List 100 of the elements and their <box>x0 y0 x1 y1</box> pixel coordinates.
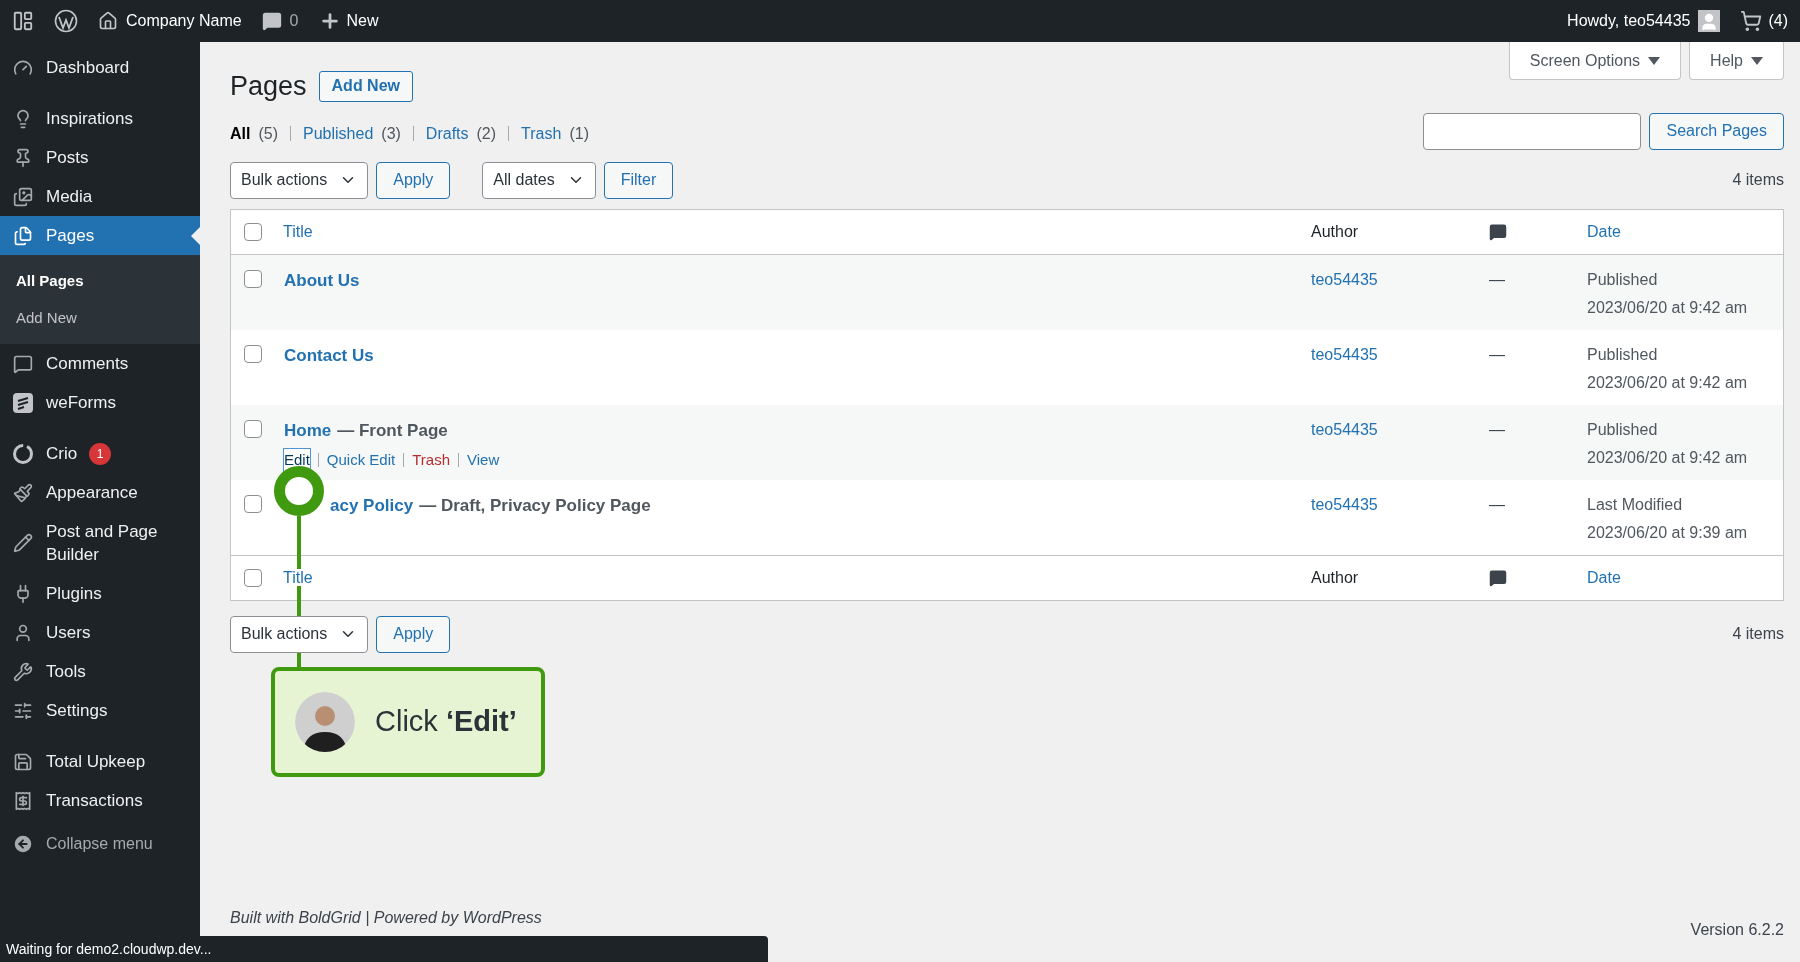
comment-icon[interactable] <box>261 11 282 31</box>
author-link[interactable]: teo54435 <box>1311 270 1378 288</box>
date-text: 2023/06/20 at 9:42 am <box>1587 447 1749 468</box>
sidebar-item[interactable]: Post and Page Builder <box>0 512 200 574</box>
submenu-item[interactable]: All Pages <box>0 263 200 300</box>
ring-icon <box>12 442 34 465</box>
sidebar-item[interactable]: Posts <box>0 138 200 177</box>
add-new-button[interactable]: Add New <box>318 70 413 102</box>
sidebar-item[interactable]: Inspirations <box>0 99 200 138</box>
new-link[interactable]: New <box>346 9 379 33</box>
page-state: — Draft, Privacy Policy Page <box>419 494 651 517</box>
author-link[interactable]: teo54435 <box>1311 345 1378 363</box>
cart-icon[interactable] <box>1740 10 1763 32</box>
column-header[interactable]: Date <box>1587 568 1621 586</box>
pages-icon <box>13 225 33 246</box>
version-text: Version 6.2.2 <box>1690 920 1784 940</box>
comment-count: 0 <box>289 11 299 31</box>
safe-icon <box>13 751 33 772</box>
paintbrush-icon <box>13 482 33 503</box>
forms-icon <box>12 391 34 414</box>
sidebar-item[interactable]: weForms <box>0 383 200 422</box>
bulk-select[interactable]: Bulk actions <box>230 161 369 199</box>
checkbox[interactable] <box>244 419 262 438</box>
caret-icon <box>1751 56 1763 65</box>
page-title-link[interactable]: Contact Us <box>284 342 374 368</box>
search-field[interactable] <box>1423 112 1642 150</box>
sidebar-item[interactable]: Tools <box>0 652 200 691</box>
avatar-icon[interactable] <box>1698 10 1721 32</box>
dashboard-icon[interactable] <box>12 10 34 32</box>
comment-count: — <box>1489 345 1505 363</box>
date-status: Published <box>1587 419 1659 440</box>
submenu-item[interactable]: Add New <box>0 299 200 336</box>
page-title-link[interactable]: About Us <box>284 267 360 293</box>
site-name-link[interactable]: Company Name <box>126 9 242 33</box>
filter-link[interactable]: All <box>230 121 251 146</box>
sidebar-item[interactable]: Media <box>0 177 200 216</box>
filter-count: (3) <box>381 123 401 144</box>
sidebar-item[interactable]: Users <box>0 613 200 652</box>
collapse-icon[interactable] <box>12 833 34 855</box>
author-link[interactable]: teo54435 <box>1311 420 1378 438</box>
page-title-link[interactable]: Home <box>284 417 332 443</box>
images-icon <box>13 186 33 207</box>
sidebar-item[interactable]: Dashboard <box>0 48 200 87</box>
sidebar-item[interactable]: Total Upkeep <box>0 742 200 781</box>
row-action-link[interactable]: View <box>467 449 500 472</box>
filter-link[interactable]: Published <box>303 121 374 146</box>
bulk-select[interactable]: Bulk actions <box>230 615 369 653</box>
sidebar-item[interactable]: Appearance <box>0 473 200 512</box>
wordpress-logo-icon[interactable] <box>54 9 78 33</box>
footer-credit: Built with BoldGrid | Powered by WordPress <box>230 908 542 928</box>
page-title-link[interactable]: acy Policy <box>330 492 414 518</box>
sidebar-item[interactable]: Settings <box>0 691 200 730</box>
row-action-link[interactable]: Trash <box>412 449 450 472</box>
receipt-icon <box>13 790 33 811</box>
comment-icon <box>13 353 33 374</box>
pencil-icon <box>13 533 33 553</box>
column-header[interactable]: Title <box>283 222 313 240</box>
screen-options-button[interactable]: Screen Options <box>1508 42 1682 80</box>
collapse-menu-button[interactable]: Collapse menu <box>46 832 153 856</box>
date-status: Last Modified <box>1587 494 1684 515</box>
column-header: Author <box>1311 568 1359 586</box>
user-icon <box>13 622 33 643</box>
comment-count: — <box>1489 495 1505 513</box>
search-button[interactable]: Search Pages <box>1649 112 1784 150</box>
greeting-link[interactable]: Howdy, teo54435 <box>1567 9 1691 33</box>
date-status: Published <box>1587 344 1659 365</box>
pin-icon <box>13 147 33 168</box>
checkbox[interactable] <box>244 269 262 288</box>
apply-button[interactable]: Apply <box>376 161 451 199</box>
column-header[interactable]: Title <box>283 568 313 586</box>
row-action-link[interactable]: Quick Edit <box>326 449 396 472</box>
home-icon[interactable] <box>98 11 118 31</box>
sidebar-item[interactable]: Transactions <box>0 781 200 820</box>
sidebar-item[interactable]: Pages <box>0 216 200 255</box>
filter-count: (1) <box>569 123 589 144</box>
notification-badge: 1 <box>89 442 112 465</box>
checkbox[interactable] <box>244 344 262 363</box>
date-status: Published <box>1587 269 1659 290</box>
sidebar-item[interactable]: Plugins <box>0 574 200 613</box>
filter-link[interactable]: Drafts <box>425 121 469 146</box>
author-link[interactable]: teo54435 <box>1311 495 1378 513</box>
checkbox[interactable] <box>244 568 262 587</box>
column-header: Author <box>1311 222 1359 240</box>
filter-link[interactable]: Trash <box>521 121 562 146</box>
current-pointer-icon <box>191 226 200 245</box>
apply-button[interactable]: Apply <box>376 615 451 653</box>
column-header[interactable]: Date <box>1587 222 1621 240</box>
sidebar-item[interactable]: Crio 1 <box>0 434 200 473</box>
cart-count: (4) <box>1768 11 1788 31</box>
bulk-select[interactable]: All dates <box>482 161 596 199</box>
date-text: 2023/06/20 at 9:42 am <box>1587 372 1749 393</box>
help-button[interactable]: Help <box>1689 42 1784 80</box>
sidebar-item[interactable]: Comments <box>0 344 200 383</box>
checkbox[interactable] <box>244 494 262 513</box>
filter-button[interactable]: Filter <box>603 161 674 199</box>
item-count: 4 items <box>1732 624 1784 644</box>
page-title: Pages <box>230 70 307 103</box>
avatar <box>295 692 355 752</box>
checkbox[interactable] <box>244 222 262 241</box>
comment-count: — <box>1489 420 1505 438</box>
